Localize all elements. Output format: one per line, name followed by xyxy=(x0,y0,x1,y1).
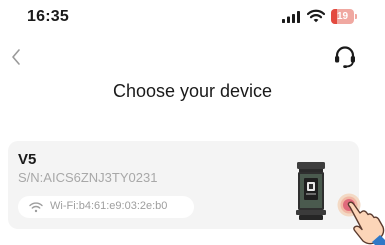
device-selection-screen: 16:35 19 Choose your device V5 S/N:AICS6… xyxy=(0,0,385,245)
battery-icon: 19 xyxy=(331,9,357,24)
signal-icon xyxy=(282,11,300,23)
wifi-mac-address: Wi-Fi:b4:61:e9:03:2e:b0 xyxy=(50,200,168,212)
battery-level: 19 xyxy=(336,11,349,22)
wifi-icon xyxy=(29,202,43,213)
device-card[interactable]: V5 S/N:AICS6ZNJ3TY0231 Wi-Fi:b4:61:e9:03… xyxy=(8,141,359,229)
device-name: V5 xyxy=(18,151,37,168)
back-chevron-icon[interactable] xyxy=(8,47,24,67)
device-image xyxy=(296,162,326,220)
page-title: Choose your device xyxy=(112,81,273,101)
headset-icon[interactable] xyxy=(332,44,358,70)
wifi-address-pill: Wi-Fi:b4:61:e9:03:2e:b0 xyxy=(18,196,194,218)
status-time: 16:35 xyxy=(27,8,69,25)
tap-hand-icon xyxy=(337,193,385,245)
status-bar: 16:35 19 xyxy=(0,0,385,40)
wifi-icon xyxy=(307,9,325,23)
device-serial-number: S/N:AICS6ZNJ3TY0231 xyxy=(18,170,158,185)
